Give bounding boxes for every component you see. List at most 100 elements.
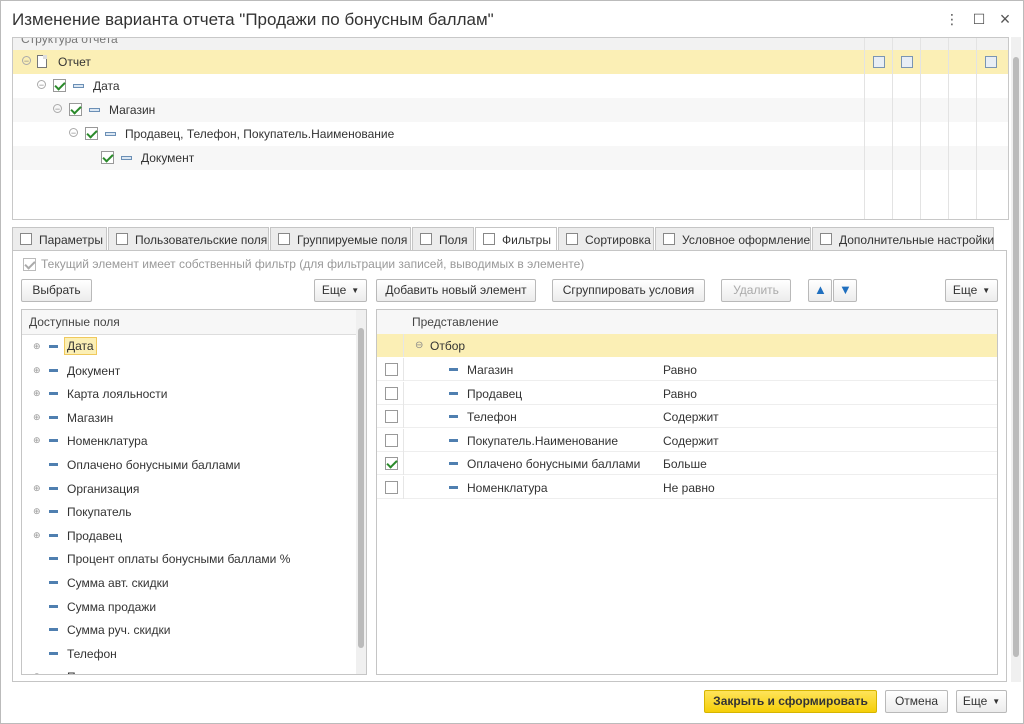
list-item[interactable]: Телефон xyxy=(22,642,356,665)
condition-field: Продавец xyxy=(467,386,523,401)
tab-additional-settings[interactable]: Дополнительные настройки xyxy=(812,227,994,250)
condition-comparison[interactable]: Не равно xyxy=(663,481,715,495)
collapse-icon[interactable]: ⊖ xyxy=(415,340,423,351)
list-item[interactable]: ⊕ Карта лояльности xyxy=(22,382,356,405)
list-item[interactable]: ⊕ Номенклатура xyxy=(22,429,356,452)
collapse-icon[interactable]: − xyxy=(37,80,46,90)
expand-icon[interactable]: ⊕ xyxy=(33,412,41,421)
more-label: Еще xyxy=(321,283,347,297)
condition-checkbox[interactable] xyxy=(385,363,398,376)
expand-icon[interactable]: ⊕ xyxy=(33,672,41,674)
add-element-button[interactable]: Добавить новый элемент xyxy=(376,279,536,302)
group-conditions-button[interactable]: Сгруппировать условия xyxy=(552,279,705,302)
expand-icon[interactable]: ⊕ xyxy=(33,507,41,516)
column-fields[interactable] xyxy=(864,38,893,219)
column-settings[interactable] xyxy=(976,38,1005,219)
condition-comparison[interactable]: Содержит xyxy=(663,434,719,448)
structure-row-store[interactable]: − Магазин xyxy=(13,98,1008,122)
condition-checkbox[interactable] xyxy=(385,480,398,494)
structure-row-seller[interactable]: − Продавец, Телефон, Покупатель.Наименов… xyxy=(13,122,1008,146)
list-item[interactable]: Сумма руч. скидки xyxy=(22,618,356,641)
list-item[interactable]: ⊕ Организация xyxy=(22,477,356,500)
field-icon xyxy=(49,651,58,655)
list-item[interactable]: ⊕ Дата xyxy=(22,335,356,358)
structure-checkbox[interactable] xyxy=(69,103,82,116)
move-down-button[interactable]: ▼ xyxy=(833,279,857,302)
close-and-build-button[interactable]: Закрыть и сформировать xyxy=(704,690,877,713)
expand-icon[interactable]: ⊕ xyxy=(33,483,41,492)
field-label: Сумма руч. скидки xyxy=(67,623,171,638)
condition-comparison[interactable]: Больше xyxy=(663,457,707,471)
structure-checkbox[interactable] xyxy=(53,79,66,92)
table-row[interactable]: Телефон Содержит xyxy=(377,405,997,428)
condition-checkbox[interactable] xyxy=(385,433,398,447)
expand-icon[interactable]: ⊕ xyxy=(33,436,41,445)
column-filters[interactable] xyxy=(892,38,921,219)
list-item[interactable]: Сумма продажи xyxy=(22,595,356,618)
list-item[interactable]: Процент оплаты бонусными баллами % xyxy=(22,547,356,570)
grouping-icon xyxy=(105,132,116,136)
tab-grouped-fields[interactable]: Группируемые поля xyxy=(270,227,411,250)
expand-icon[interactable]: ⊕ xyxy=(33,365,41,374)
condition-checkbox[interactable] xyxy=(385,386,398,400)
expand-icon[interactable]: ⊕ xyxy=(33,530,41,539)
more-button-left[interactable]: Еще ▼ xyxy=(314,279,367,302)
table-row[interactable]: Номенклатура Не равно xyxy=(377,475,997,499)
tab-sort[interactable]: Сортировка xyxy=(558,227,654,250)
own-filter-label: Текущий элемент имеет собственный фильтр… xyxy=(41,257,585,271)
group-row-filter[interactable]: ⊖ Отбор xyxy=(377,334,997,357)
structure-checkbox[interactable] xyxy=(85,127,98,140)
chevron-down-icon: ▼ xyxy=(992,697,1001,706)
tab-parameters[interactable]: Параметры xyxy=(12,227,107,250)
more-button-footer[interactable]: Еще ▼ xyxy=(956,690,1007,713)
table-row[interactable]: Оплачено бонусными баллами Больше xyxy=(377,452,997,475)
structure-row-report[interactable]: − Отчет xyxy=(13,50,1008,74)
more-actions-icon[interactable]: ⋮ xyxy=(942,9,962,29)
check-cell xyxy=(377,405,404,428)
cancel-button[interactable]: Отмена xyxy=(885,690,948,713)
condition-comparison[interactable]: Равно xyxy=(663,363,697,377)
available-fields-list: Доступные поля ⊕ Дата ⊕ Документ ⊕ Карта лоял… xyxy=(21,309,367,675)
column-sort[interactable] xyxy=(920,38,949,219)
list-item[interactable]: Оплачено бонусными баллами xyxy=(22,453,356,476)
close-icon[interactable]: × xyxy=(995,9,1015,29)
delete-button[interactable]: Удалить xyxy=(721,279,791,302)
expand-icon[interactable]: ⊕ xyxy=(33,389,41,398)
settings-icon xyxy=(985,56,997,68)
collapse-icon[interactable]: − xyxy=(22,56,31,66)
table-row[interactable]: Магазин Равно xyxy=(377,358,997,381)
available-fields-header: Доступные поля xyxy=(22,310,366,335)
collapse-icon[interactable]: − xyxy=(69,128,78,138)
own-filter-checkbox[interactable] xyxy=(23,258,36,271)
maximize-icon[interactable]: ☐ xyxy=(969,9,989,29)
list-item[interactable]: ⊕ Магазин xyxy=(22,406,356,429)
window-scrollbar[interactable] xyxy=(1011,37,1021,682)
list-item[interactable]: ⊕ Продавец xyxy=(22,524,356,547)
structure-checkbox[interactable] xyxy=(101,151,114,164)
condition-checkbox[interactable] xyxy=(385,457,398,470)
condition-checkbox[interactable] xyxy=(385,410,398,423)
structure-row-date[interactable]: − Дата xyxy=(13,74,1008,98)
condition-comparison[interactable]: Равно xyxy=(663,387,697,401)
list-item[interactable]: ⊕ Документ xyxy=(22,359,356,382)
available-fields-scrollbar[interactable] xyxy=(356,310,366,674)
tab-fields[interactable]: Поля xyxy=(412,227,474,250)
collapse-icon[interactable]: − xyxy=(53,104,62,114)
list-item[interactable]: ⊕ Покупатель xyxy=(22,500,356,523)
table-row[interactable]: Продавец Равно xyxy=(377,381,997,405)
condition-comparison[interactable]: Содержит xyxy=(663,410,719,424)
expand-icon[interactable]: ⊕ xyxy=(33,342,41,351)
list-item[interactable]: Сумма авт. скидки xyxy=(22,571,356,594)
tab-custom-fields[interactable]: Пользовательские поля xyxy=(108,227,269,250)
tab-filters[interactable]: Фильтры xyxy=(475,227,557,252)
select-button[interactable]: Выбрать xyxy=(21,279,92,302)
move-up-button[interactable]: ▲ xyxy=(808,279,832,302)
structure-row-document[interactable]: Документ xyxy=(13,146,1008,170)
available-fields-scrollbar-thumb[interactable] xyxy=(358,328,364,648)
table-row[interactable]: Покупатель.Наименование Содержит xyxy=(377,428,997,452)
list-item[interactable]: ⊕ Параметры xyxy=(22,665,356,674)
more-button-right[interactable]: Еще ▼ xyxy=(945,279,998,302)
window-scrollbar-thumb[interactable] xyxy=(1013,57,1019,657)
tab-conditional-appearance[interactable]: Условное оформление xyxy=(655,227,811,250)
column-appearance[interactable] xyxy=(948,38,977,219)
